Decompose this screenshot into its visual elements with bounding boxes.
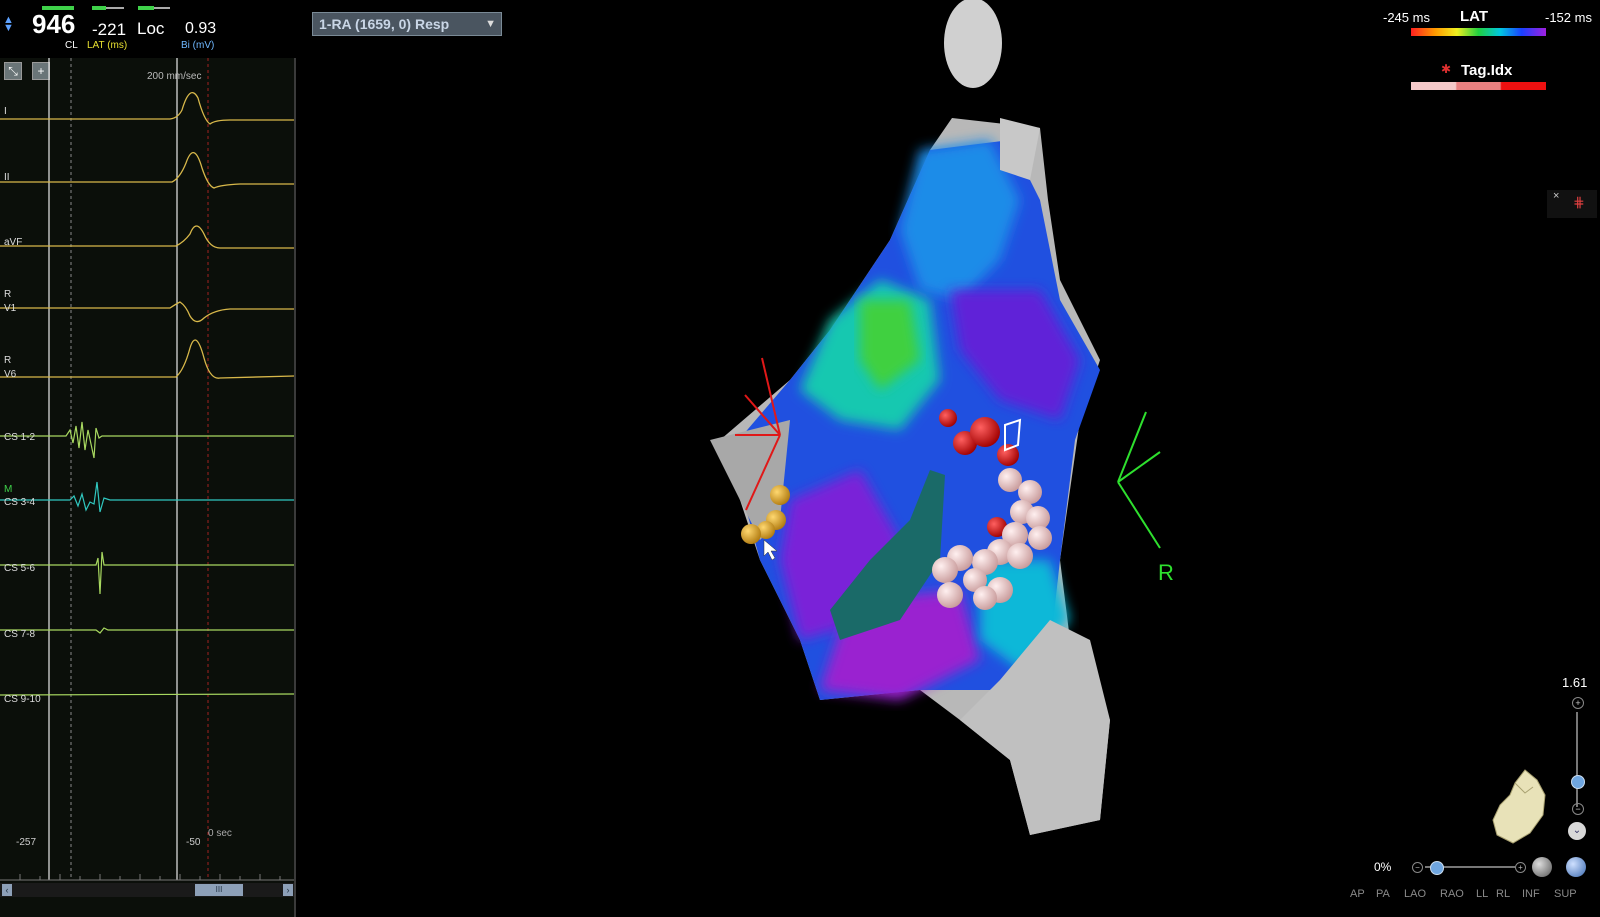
time-label: 0 sec [208,828,232,839]
ecg-scrollbar[interactable]: ‹ III › [0,883,294,897]
lead-label-v6: V6 [4,369,17,380]
lead-label-ii: II [4,172,10,183]
chevron-down-icon: ▼ [485,18,496,30]
scroll-thumb[interactable]: III [195,884,243,896]
scroll-right-icon[interactable]: › [283,884,293,896]
lead-label-cs56: CS 5-6 [4,563,36,574]
zoom-in-icon[interactable]: + [1572,697,1584,709]
lat-color-bar [1411,28,1546,36]
lead-label-mapping: M [4,484,13,495]
loc-indicator-fill [138,6,154,10]
loc-label: Loc [137,19,165,38]
opacity-up-icon[interactable]: + [1515,862,1526,873]
opacity-down-icon[interactable]: − [1412,862,1423,873]
lat-value: -221 [92,20,127,39]
bi-value: 0.93 [185,20,217,37]
orientation-marker [1117,411,1161,549]
map-selector-label: 1-RA (1659, 0) Resp [319,16,450,32]
opacity-slider-handle[interactable] [1430,861,1444,875]
settings-icon[interactable] [1566,857,1586,877]
bi-label: Bi (mV) [181,40,215,51]
window-left-label: -257 [16,837,36,848]
lead-label-i: I [4,106,7,117]
lead-label-cs78: CS 7-8 [4,629,36,640]
lead-label-cs12: CS 1-2 [4,432,36,443]
catheter-lines [735,357,781,511]
mouse-cursor-icon [763,539,778,561]
view-button-rao[interactable]: RAO [1440,888,1464,900]
tag-grid-icon[interactable]: ⋕ [1573,194,1585,211]
rotate-icon[interactable] [1532,857,1552,877]
zoom-value: 1.61 [1562,675,1588,690]
tag-panel[interactable]: × ⋕ [1547,190,1597,218]
view-button-inf[interactable]: INF [1522,888,1540,900]
opacity-value: 0% [1374,860,1392,874]
scroll-left-icon[interactable]: ‹ [2,884,12,896]
tag-icon: ✱ [1441,62,1452,76]
chevron-down-icon[interactable]: ⌄ [1568,822,1586,840]
lat-title: LAT [1460,8,1489,25]
lat-label: LAT (ms) [87,40,128,51]
cl-value: 946 [32,9,76,39]
lead-label-avf: aVF [4,237,23,248]
header-readout: ▲ ▼ 946 -221 Loc 0.93 CL LAT (ms) Bi (mV) [0,0,296,58]
lat-max-label: -152 ms [1545,10,1592,25]
view-button-ap[interactable]: AP [1350,888,1365,900]
cl-label: CL [65,40,78,51]
zoom-out-icon[interactable]: − [1572,803,1584,815]
lat-min-label: -245 ms [1383,10,1430,25]
updown-arrows-icon[interactable]: ▲ ▼ [3,15,14,34]
view-button-pa[interactable]: PA [1376,888,1390,900]
orientation-label: R [1158,560,1174,585]
zoom-slider-track[interactable] [1576,712,1578,807]
right-atrium-shell [710,118,1110,835]
lead-label-v1-r: R [4,289,12,300]
zoom-slider-handle[interactable] [1571,775,1585,789]
ecg-traces: 200 mm/sec -257 -50 0 sec [0,58,294,881]
heart-orientation-icon[interactable] [1485,765,1555,847]
ecg-panel: ▲ ▼ 946 -221 Loc 0.93 CL LAT (ms) Bi (mV)… [0,0,296,917]
lead-label-cs34: CS 3-4 [4,497,36,508]
lat-indicator-fill [92,6,106,10]
view-button-lao[interactable]: LAO [1404,888,1426,900]
view-button-ll[interactable]: LL [1476,888,1488,900]
tag-color-bar [1411,82,1546,90]
lead-label-cs910: CS 9-10 [4,694,41,705]
window-right-label: -50 [186,837,201,848]
map-selector-dropdown[interactable]: 1-RA (1659, 0) Resp ▼ [312,12,502,36]
speed-label: 200 mm/sec [147,71,201,82]
lead-label-v1: V1 [4,303,17,314]
svc-marker [944,0,1002,88]
ablation-tags [741,409,1052,610]
view-button-sup[interactable]: SUP [1554,888,1577,900]
lead-label-v6-r: R [4,355,12,366]
tag-title: Tag.Idx [1461,62,1513,79]
close-icon[interactable]: × [1553,190,1559,202]
view-button-rl[interactable]: RL [1496,888,1510,900]
